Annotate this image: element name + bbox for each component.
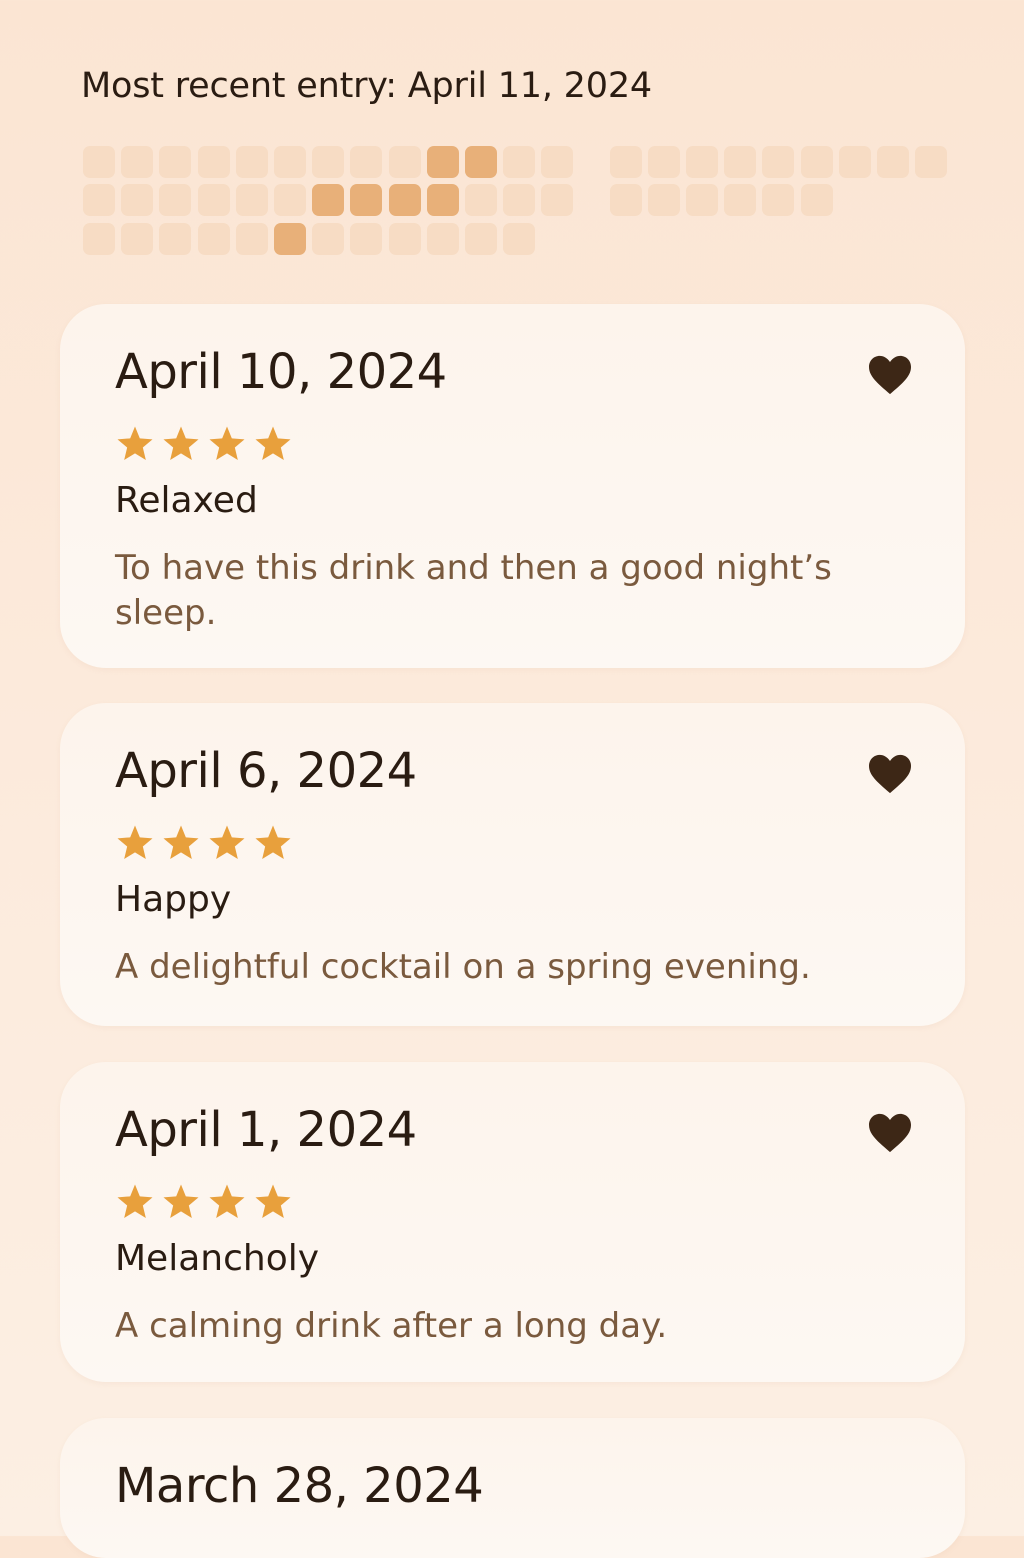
heatmap-cell — [465, 184, 497, 216]
star-icon — [117, 426, 153, 460]
heatmap-cell — [121, 223, 153, 255]
heatmap-cell-filled — [350, 184, 382, 216]
star-icon — [209, 1184, 245, 1218]
star-icon — [163, 426, 199, 460]
heatmap-cell — [159, 184, 191, 216]
star-icon — [163, 825, 199, 859]
heatmap-cell — [915, 146, 947, 178]
heatmap-cell — [198, 184, 230, 216]
heatmap-cell — [236, 223, 268, 255]
rating-stars — [115, 1182, 293, 1222]
star-icon — [255, 825, 291, 859]
entry-card[interactable]: April 10, 2024 Relaxed To have this drin… — [60, 304, 965, 668]
heatmap-cell — [198, 146, 230, 178]
star-icon — [209, 825, 245, 859]
entry-note: A calming drink after a long day. — [115, 1306, 668, 1346]
entry-card[interactable]: March 28, 2024 — [60, 1418, 965, 1558]
entry-mood: Melancholy — [115, 1238, 320, 1279]
heatmap-cell — [159, 146, 191, 178]
entry-date: April 1, 2024 — [115, 1102, 417, 1158]
heatmap-cell — [724, 184, 756, 216]
heart-icon[interactable] — [867, 354, 913, 396]
heatmap-cell — [610, 184, 642, 216]
star-icon — [163, 1184, 199, 1218]
entry-date: April 10, 2024 — [115, 344, 447, 400]
heatmap-cell — [83, 223, 115, 255]
entry-heatmap — [0, 0, 1024, 270]
star-icon — [117, 1184, 153, 1218]
heatmap-cell — [121, 184, 153, 216]
heart-icon[interactable] — [867, 753, 913, 795]
heatmap-cell-filled — [465, 146, 497, 178]
heatmap-cell-filled — [389, 184, 421, 216]
heatmap-cell — [83, 146, 115, 178]
rating-stars — [115, 424, 293, 464]
heatmap-cell — [274, 184, 306, 216]
entry-date: April 6, 2024 — [115, 743, 417, 799]
heatmap-cell — [503, 184, 535, 216]
heatmap-cell — [541, 184, 573, 216]
heatmap-cell — [465, 223, 497, 255]
entry-card[interactable]: April 1, 2024 Melancholy A calming drink… — [60, 1062, 965, 1382]
entry-note: A delightful cocktail on a spring evenin… — [115, 947, 811, 987]
star-icon — [255, 426, 291, 460]
heatmap-cell — [312, 146, 344, 178]
heatmap-cell-filled — [427, 146, 459, 178]
heatmap-cell — [762, 146, 794, 178]
star-icon — [255, 1184, 291, 1218]
heatmap-cell — [801, 146, 833, 178]
entry-mood: Relaxed — [115, 480, 258, 521]
heatmap-cell — [801, 184, 833, 216]
heatmap-cell — [312, 223, 344, 255]
rating-stars — [115, 823, 293, 863]
heatmap-cell — [350, 223, 382, 255]
heatmap-cell — [648, 184, 680, 216]
heatmap-cell — [159, 223, 191, 255]
heatmap-cell — [198, 223, 230, 255]
heatmap-cell — [686, 146, 718, 178]
heatmap-cell — [236, 184, 268, 216]
heatmap-cell — [274, 146, 306, 178]
entry-date: March 28, 2024 — [115, 1458, 484, 1514]
heatmap-cell — [503, 223, 535, 255]
heatmap-cell-filled — [427, 184, 459, 216]
heatmap-cell — [839, 146, 871, 178]
heatmap-cell — [610, 146, 642, 178]
heatmap-cell — [236, 146, 268, 178]
heatmap-cell — [724, 146, 756, 178]
heatmap-cell — [762, 184, 794, 216]
heatmap-cell — [389, 223, 421, 255]
heatmap-cell-filled — [312, 184, 344, 216]
heatmap-cell — [648, 146, 680, 178]
star-icon — [117, 825, 153, 859]
entry-note: To have this drink and then a good night… — [115, 548, 832, 633]
heatmap-cell — [503, 146, 535, 178]
heatmap-cell — [83, 184, 115, 216]
star-icon — [209, 426, 245, 460]
entry-mood: Happy — [115, 879, 232, 920]
heatmap-cell — [389, 146, 421, 178]
heart-icon[interactable] — [867, 1112, 913, 1154]
heatmap-cell — [350, 146, 382, 178]
entry-card[interactable]: April 6, 2024 Happy A delightful cocktai… — [60, 703, 965, 1026]
heatmap-cell — [877, 146, 909, 178]
heatmap-cell-filled — [274, 223, 306, 255]
heatmap-cell — [121, 146, 153, 178]
heatmap-cell — [686, 184, 718, 216]
heatmap-cell — [541, 146, 573, 178]
heatmap-cell — [427, 223, 459, 255]
